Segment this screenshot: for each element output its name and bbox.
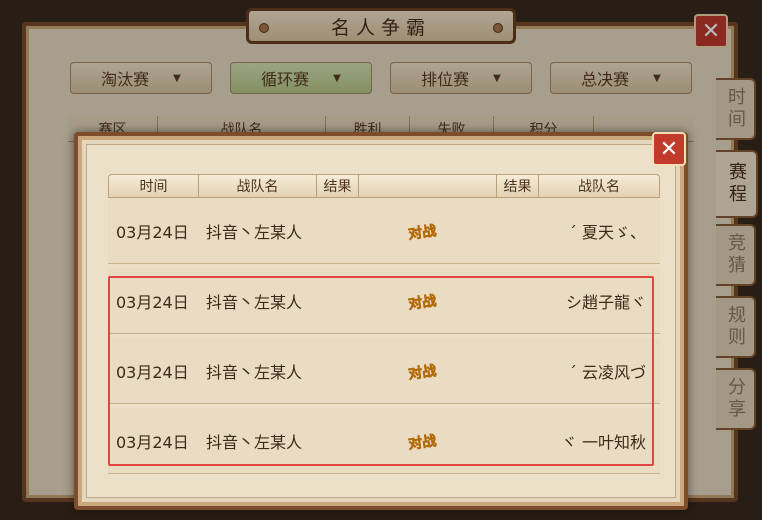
schedule-dialog: ✕ 时间 战队名 结果 结果 战队名 03月24日 抖音丶左某人 对战 ˊ 夏天…	[74, 132, 688, 510]
dialog-close-button[interactable]: ✕	[652, 132, 686, 166]
team-right: ˊ 夏天ゞ、	[568, 223, 646, 242]
team-left: 抖音丶左某人	[206, 433, 303, 452]
team-right: ヾ 一叶知秋	[560, 433, 646, 452]
col-result-right: 结果	[497, 175, 539, 197]
team-right: シ趙子龍ヾ	[565, 293, 646, 312]
team-left: 抖音丶左某人	[206, 223, 303, 242]
vs-text: 对战	[407, 292, 437, 313]
vs-icon: 对战	[404, 426, 440, 456]
team-left: 抖音丶左某人	[206, 293, 303, 312]
match-row[interactable]: 03月24日 抖音丶左某人 对战 シ趙子龍ヾ	[108, 268, 660, 334]
match-time: 03月24日	[116, 363, 189, 382]
col-time: 时间	[109, 175, 199, 197]
close-icon: ✕	[659, 136, 679, 162]
match-time: 03月24日	[116, 223, 189, 242]
match-time: 03月24日	[116, 433, 189, 452]
vs-icon: 对战	[404, 216, 440, 246]
vs-text: 对战	[407, 362, 437, 383]
col-vs	[359, 175, 497, 197]
vs-icon: 对战	[404, 356, 440, 386]
match-time: 03月24日	[116, 293, 189, 312]
match-row[interactable]: 03月24日 抖音丶左某人 对战 ˊ 夏天ゞ、	[108, 198, 660, 264]
team-left: 抖音丶左某人	[206, 363, 303, 382]
vs-text: 对战	[407, 222, 437, 243]
vs-icon: 对战	[404, 286, 440, 316]
col-result-left: 结果	[317, 175, 359, 197]
match-row[interactable]: 03月24日 抖音丶左某人 对战 ˊ 云凌风づ	[108, 338, 660, 404]
col-team-right: 战队名	[578, 179, 620, 195]
col-team-left: 战队名	[199, 175, 317, 197]
schedule-header: 时间 战队名 结果 结果 战队名	[108, 174, 660, 198]
team-right: ˊ 云凌风づ	[568, 363, 646, 382]
match-row[interactable]: 03月24日 抖音丶左某人 对战 ヾ 一叶知秋	[108, 408, 660, 474]
vs-text: 对战	[407, 432, 437, 453]
